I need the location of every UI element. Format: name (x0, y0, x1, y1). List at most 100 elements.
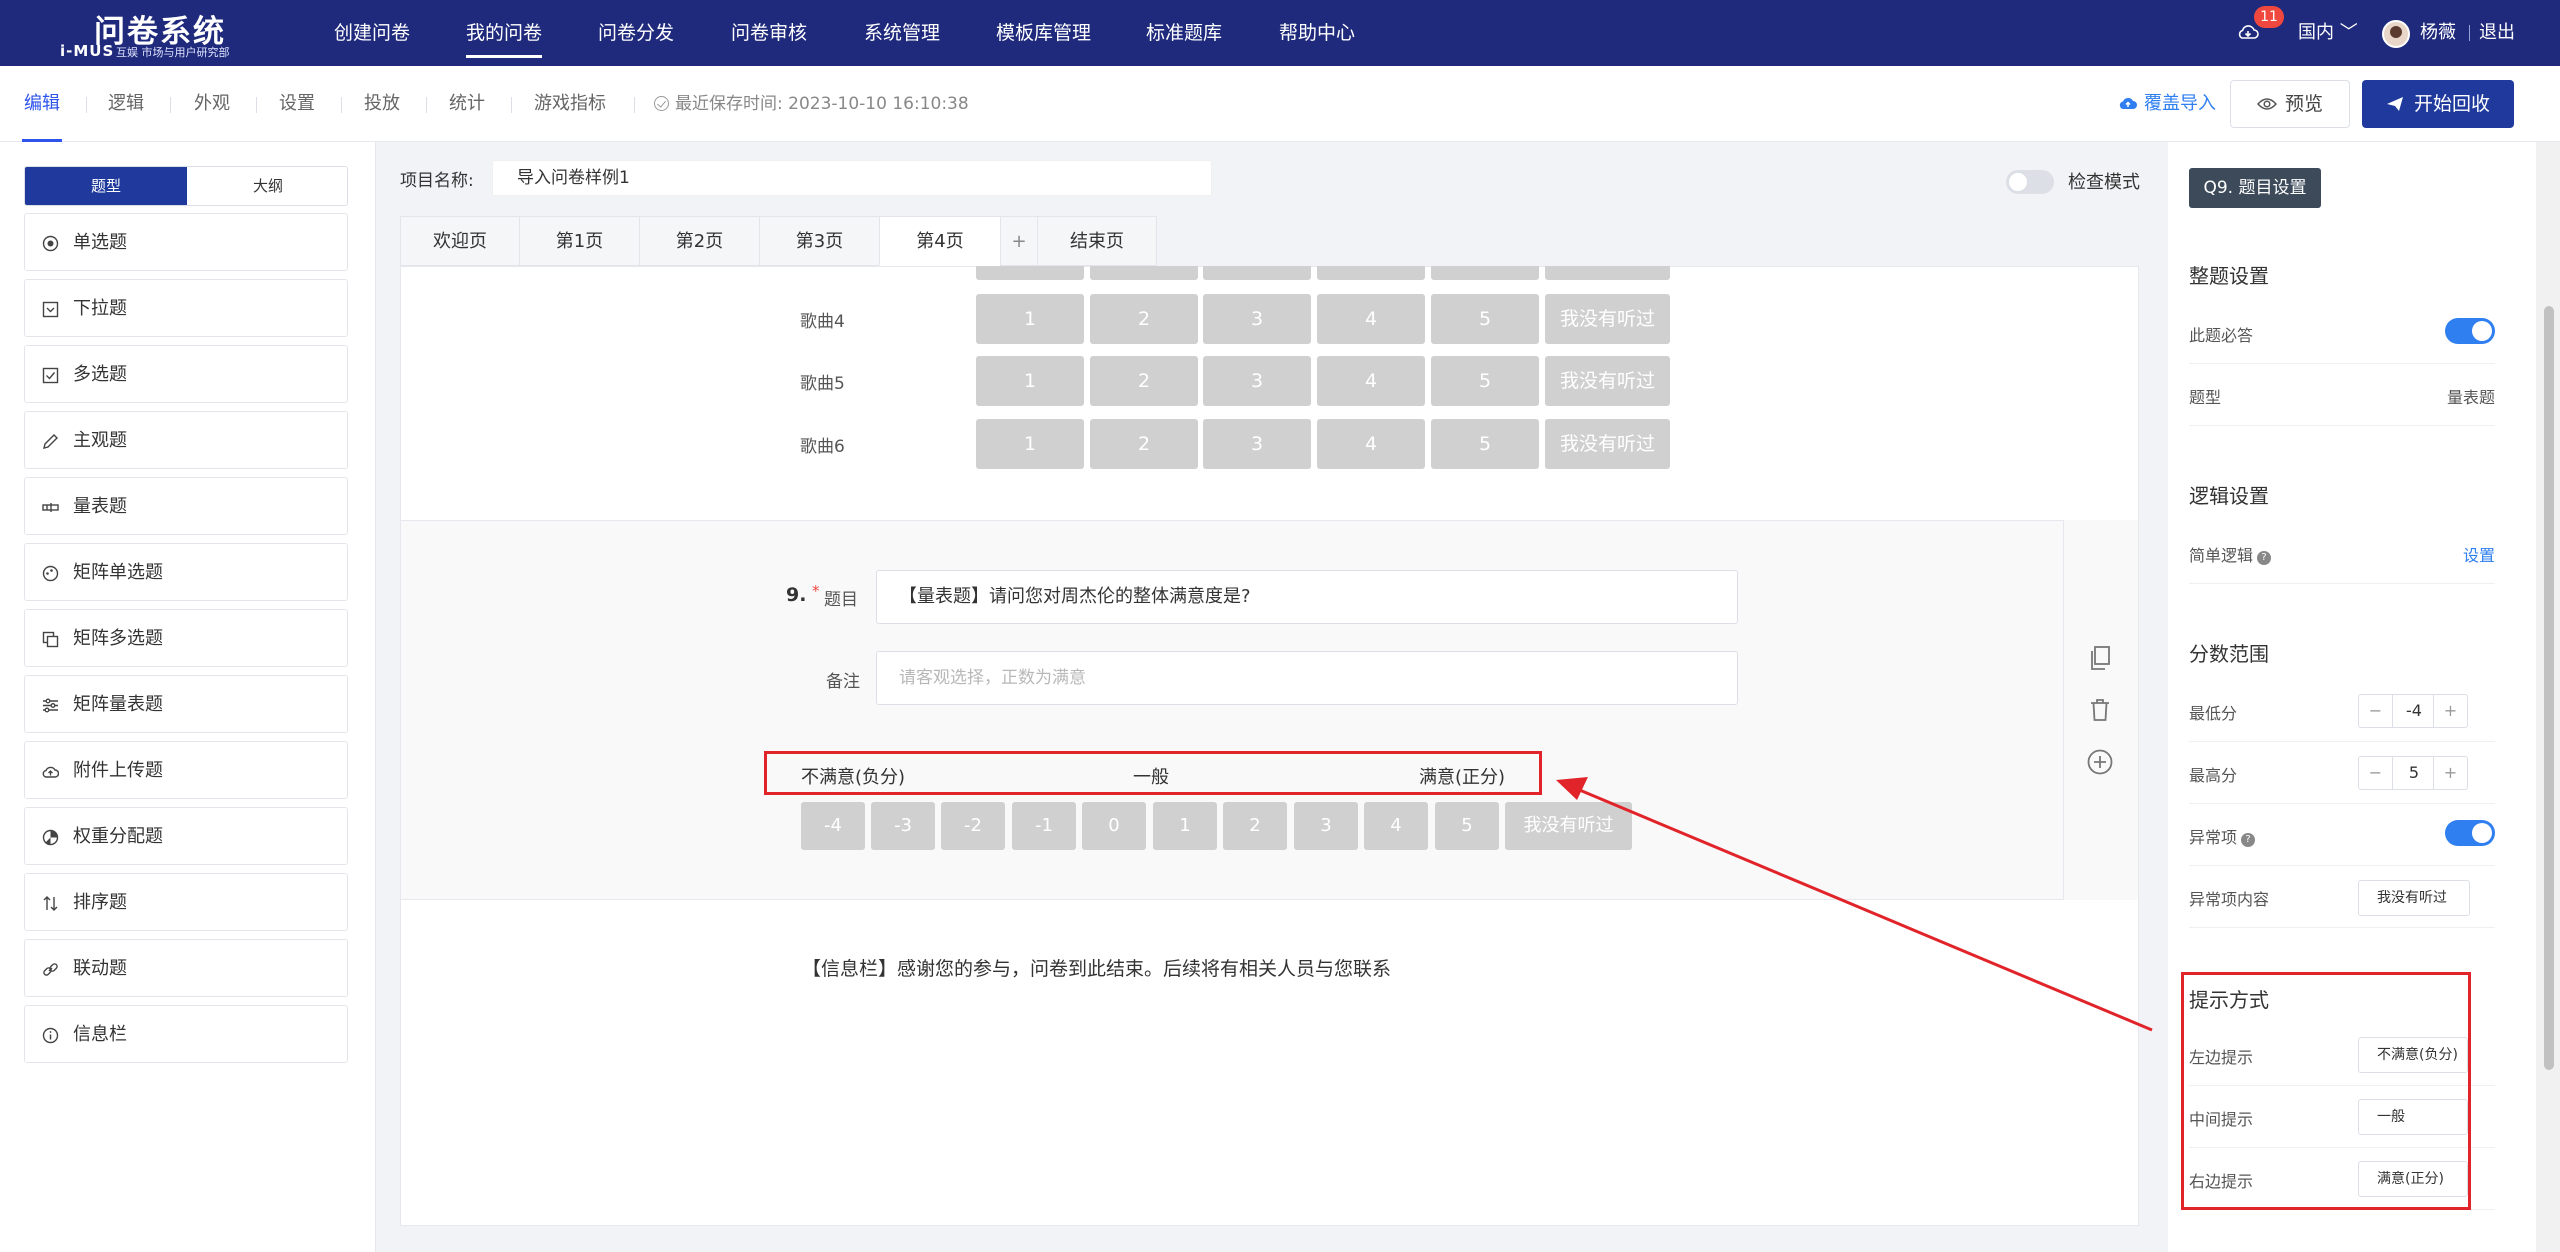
decrement-button[interactable]: − (2359, 695, 2393, 727)
tab-publish[interactable]: 投放 (364, 66, 400, 142)
qtype-matrix-scale[interactable]: 矩阵量表题 (24, 675, 348, 733)
abnormal-content-input[interactable]: 我没有听过 (2358, 880, 2470, 916)
nav-distribute[interactable]: 问卷分发 (598, 0, 674, 66)
page-tab-1[interactable]: 第1页 (519, 216, 640, 266)
matrix-option[interactable]: 1 (976, 419, 1084, 469)
required-toggle[interactable] (2445, 318, 2495, 344)
qtype-info[interactable]: 信息栏 (24, 1005, 348, 1063)
check-mode-toggle[interactable] (2006, 170, 2054, 194)
start-collect-button[interactable]: 开始回收 (2362, 80, 2514, 128)
scrollbar-thumb[interactable] (2544, 306, 2554, 1070)
matrix-option[interactable]: 2 (1090, 356, 1198, 406)
nav-templates[interactable]: 模板库管理 (996, 0, 1091, 66)
qtype-matrix-multiple[interactable]: 矩阵多选题 (24, 609, 348, 667)
trash-icon[interactable] (2086, 696, 2114, 724)
add-circle-icon[interactable] (2086, 748, 2114, 776)
matrix-option[interactable]: 5 (1431, 419, 1539, 469)
matrix-option[interactable]: 2 (1090, 294, 1198, 344)
nav-system[interactable]: 系统管理 (864, 0, 940, 66)
scale-option[interactable]: -4 (801, 802, 865, 850)
scale-option[interactable]: 2 (1223, 802, 1287, 850)
page-tab-end[interactable]: 结束页 (1037, 216, 1157, 266)
page-tab-3[interactable]: 第3页 (759, 216, 880, 266)
matrix-option[interactable]: 我没有听过 (1545, 419, 1670, 469)
logout-link[interactable]: 退出 (2479, 0, 2515, 66)
nav-review[interactable]: 问卷审核 (731, 0, 807, 66)
username[interactable]: 杨薇 (2420, 0, 2456, 66)
qtype-dropdown[interactable]: 下拉题 (24, 279, 348, 337)
qtype-matrix-single[interactable]: 矩阵单选题 (24, 543, 348, 601)
matrix-option[interactable]: 5 (1431, 356, 1539, 406)
matrix-option[interactable]: 5 (1431, 294, 1539, 344)
matrix-option[interactable]: 1 (976, 294, 1084, 344)
import-button[interactable]: 覆盖导入 (2118, 66, 2216, 142)
question-title-input[interactable]: 【量表题】请问您对周杰伦的整体满意度是? (876, 570, 1738, 624)
matrix-option[interactable]: 4 (1317, 294, 1425, 344)
qtype-sort[interactable]: 排序题 (24, 873, 348, 931)
scale-option[interactable]: -2 (941, 802, 1005, 850)
scale-option[interactable]: -3 (871, 802, 935, 850)
scale-option[interactable]: 0 (1082, 802, 1146, 850)
scale-option[interactable]: 3 (1294, 802, 1358, 850)
decrement-button[interactable]: − (2359, 757, 2393, 789)
qtype-multiple[interactable]: 多选题 (24, 345, 348, 403)
scale-option[interactable]: 5 (1435, 802, 1499, 850)
seg-question-types[interactable]: 题型 (25, 167, 187, 205)
matrix-option[interactable]: 我没有听过 (1545, 356, 1670, 406)
tab-game-metrics[interactable]: 游戏指标 (534, 66, 606, 142)
tab-edit[interactable]: 编辑 (22, 66, 62, 142)
project-name-label: 项目名称: (400, 171, 474, 191)
qtype-linkage[interactable]: 联动题 (24, 939, 348, 997)
max-score-stepper[interactable]: − 5 + (2358, 756, 2468, 790)
scale-option[interactable]: 4 (1364, 802, 1428, 850)
cloud-icon[interactable] (2236, 22, 2260, 42)
qtype-attachment[interactable]: 附件上传题 (24, 741, 348, 799)
nav-help[interactable]: 帮助中心 (1279, 0, 1355, 66)
project-name-input[interactable]: 导入问卷样例1 (492, 160, 1212, 196)
tab-settings[interactable]: 设置 (279, 66, 315, 142)
logo[interactable]: 问卷系统 i-MUS 互娱 市场与用户研究部 (60, 6, 240, 60)
matrix-option[interactable]: 3 (1203, 419, 1311, 469)
tab-statistics[interactable]: 统计 (449, 66, 485, 142)
page-tab-2[interactable]: 第2页 (639, 216, 760, 266)
help-icon[interactable]: ? (2241, 833, 2256, 847)
nav-create[interactable]: 创建问卷 (334, 0, 410, 66)
tab-logic[interactable]: 逻辑 (108, 66, 144, 142)
checkbox-icon (42, 367, 59, 384)
matrix-option[interactable]: 4 (1317, 419, 1425, 469)
scale-option[interactable]: 1 (1153, 802, 1217, 850)
abnormal-toggle[interactable] (2445, 820, 2495, 846)
increment-button[interactable]: + (2433, 695, 2467, 727)
min-score-stepper[interactable]: − -4 + (2358, 694, 2468, 728)
matrix-option[interactable]: 我没有听过 (1545, 294, 1670, 344)
help-icon[interactable]: ? (2257, 551, 2272, 565)
qtype-scale[interactable]: 量表题 (24, 477, 348, 535)
avatar[interactable] (2382, 20, 2410, 48)
scale-option[interactable]: -1 (1012, 802, 1076, 850)
region-select[interactable]: 国内 ﹀ (2298, 0, 2358, 66)
min-score-value[interactable]: -4 (2393, 695, 2435, 727)
tab-appearance[interactable]: 外观 (194, 66, 230, 142)
add-page-button[interactable]: + (1000, 216, 1038, 266)
logic-settings-link[interactable]: 设置 (2463, 542, 2495, 566)
scale-option-none[interactable]: 我没有听过 (1505, 802, 1632, 850)
nav-my-surveys[interactable]: 我的问卷 (466, 0, 543, 66)
matrix-option[interactable]: 4 (1317, 356, 1425, 406)
page-tab-welcome[interactable]: 欢迎页 (400, 216, 520, 266)
question-note-input[interactable]: 请客观选择，正数为满意 (876, 651, 1738, 705)
copy-icon[interactable] (2086, 644, 2114, 672)
matrix-option[interactable]: 3 (1203, 294, 1311, 344)
matrix-option[interactable]: 1 (976, 356, 1084, 406)
qtype-weight[interactable]: 权重分配题 (24, 807, 348, 865)
qtype-single[interactable]: 单选题 (24, 213, 348, 271)
max-score-value[interactable]: 5 (2393, 757, 2435, 789)
preview-button[interactable]: 预览 (2230, 80, 2350, 128)
page-tab-4[interactable]: 第4页 (879, 216, 1001, 266)
qtype-subjective[interactable]: 主观题 (24, 411, 348, 469)
qtype-label: 量表题 (73, 496, 127, 517)
matrix-option[interactable]: 2 (1090, 419, 1198, 469)
nav-question-bank[interactable]: 标准题库 (1146, 0, 1222, 66)
matrix-option[interactable]: 3 (1203, 356, 1311, 406)
seg-outline[interactable]: 大纲 (187, 167, 347, 205)
increment-button[interactable]: + (2433, 757, 2467, 789)
